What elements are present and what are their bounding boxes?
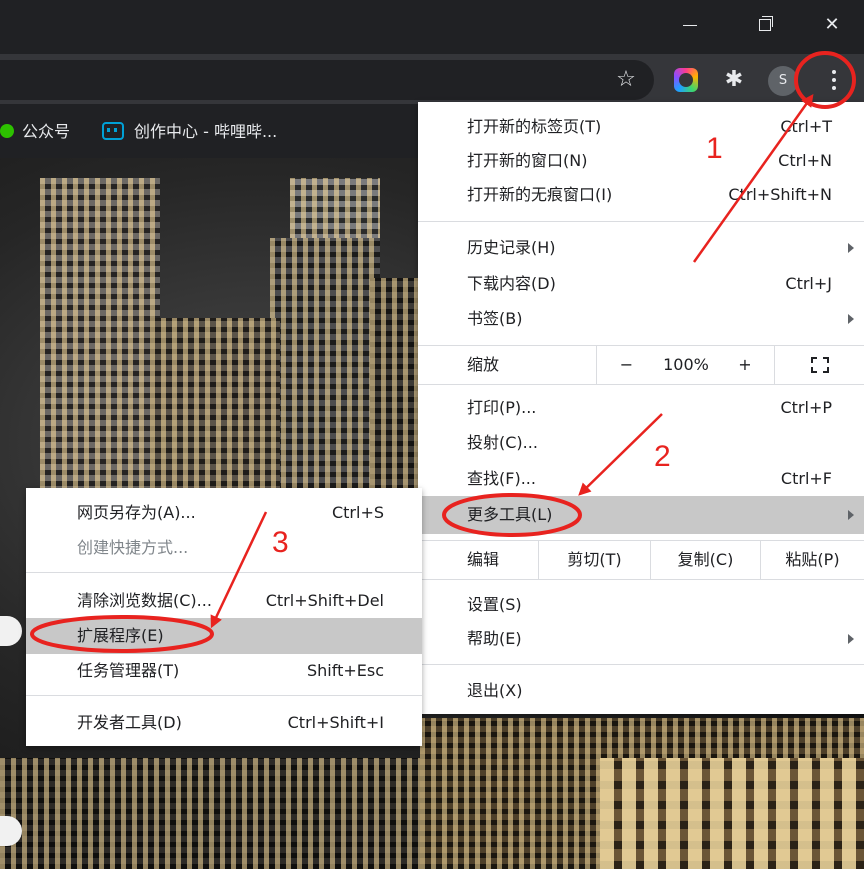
menu-item-print[interactable]: 打印(P)... Ctrl+P — [418, 391, 864, 425]
dot-icon — [832, 86, 836, 90]
menu-item-create-shortcut[interactable]: 创建快捷方式... — [26, 531, 422, 565]
building — [0, 758, 420, 869]
menu-item-task-manager[interactable]: 任务管理器(T) Shift+Esc — [26, 654, 422, 688]
bookmark-wechat[interactable]: 公众号 — [0, 120, 70, 144]
puzzle-extensions-icon[interactable]: ✱ — [720, 66, 748, 94]
menu-item-label: 历史记录(H) — [467, 238, 556, 257]
submenu-arrow-icon — [848, 634, 854, 644]
bookmark-bilibili[interactable]: 创作中心 - 哔哩哔... — [102, 120, 277, 144]
menu-item-label: 帮助(E) — [467, 629, 522, 648]
menu-item-label: 扩展程序(E) — [77, 626, 164, 645]
menu-item-shortcut: Ctrl+S — [331, 503, 384, 522]
zoom-level: 100% — [663, 355, 709, 374]
menu-item-label: 任务管理器(T) — [77, 661, 180, 680]
menu-item-label: 打开新的窗口(N) — [467, 151, 588, 170]
page-side-widget[interactable] — [0, 616, 22, 646]
menu-item-shortcut: Ctrl+F — [780, 469, 832, 488]
menu-item-shortcut: Ctrl+Shift+Del — [265, 591, 384, 610]
zoom-label: 缩放 — [467, 355, 500, 374]
step-number-3: 3 — [272, 526, 289, 559]
copy-button[interactable]: 复制(C) — [650, 541, 760, 579]
address-bar[interactable]: ☆ — [0, 60, 654, 100]
chrome-main-menu: 打开新的标签页(T) Ctrl+T 打开新的窗口(N) Ctrl+N 打开新的无… — [418, 102, 864, 714]
menu-item-label: 网页另存为(A)... — [77, 503, 196, 522]
edit-label: 编辑 — [467, 550, 500, 569]
menu-item-label: 更多工具(L) — [467, 505, 553, 524]
menu-item-downloads[interactable]: 下载内容(D) Ctrl+J — [418, 267, 864, 301]
menu-divider — [418, 579, 864, 580]
menu-item-exit[interactable]: 退出(X) — [418, 674, 864, 708]
edit-row: 编辑 剪切(T) 复制(C) 粘贴(P) — [418, 541, 864, 579]
menu-divider — [418, 221, 864, 222]
bookmark-label: 创作中心 - 哔哩哔... — [134, 122, 278, 141]
zoom-out-button[interactable]: − — [596, 346, 656, 384]
fullscreen-icon — [811, 357, 829, 373]
dot-icon — [832, 70, 836, 74]
color-extension-icon[interactable] — [674, 68, 698, 92]
menu-item-label: 投射(C)... — [467, 433, 538, 452]
menu-item-shortcut: Ctrl+P — [780, 398, 832, 417]
wechat-icon — [0, 124, 14, 138]
menu-item-more-tools[interactable]: 更多工具(L) — [418, 496, 864, 534]
kebab-menu-button[interactable] — [818, 62, 850, 98]
menu-item-shortcut: Ctrl+T — [780, 117, 832, 136]
close-button[interactable]: ✕ — [806, 0, 858, 50]
submenu-arrow-icon — [848, 243, 854, 253]
minimize-button[interactable] — [664, 0, 716, 50]
paste-button[interactable]: 粘贴(P) — [760, 541, 864, 579]
step-number-1: 1 — [706, 132, 723, 165]
menu-item-label: 查找(F)... — [467, 469, 536, 488]
building — [600, 758, 864, 869]
zoom-in-button[interactable]: + — [716, 346, 774, 384]
menu-item-extensions[interactable]: 扩展程序(E) — [26, 618, 422, 654]
fullscreen-button[interactable] — [774, 346, 864, 384]
menu-item-history[interactable]: 历史记录(H) — [418, 231, 864, 265]
menu-item-label: 打印(P)... — [467, 398, 537, 417]
building — [40, 178, 160, 508]
menu-item-new-incognito[interactable]: 打开新的无痕窗口(I) Ctrl+Shift+N — [418, 178, 864, 212]
menu-item-new-tab[interactable]: 打开新的标签页(T) Ctrl+T — [418, 110, 864, 144]
more-tools-submenu: 网页另存为(A)... Ctrl+S 创建快捷方式... 清除浏览数据(C)..… — [26, 488, 422, 746]
menu-item-label: 退出(X) — [467, 681, 523, 700]
zoom-row: 缩放 − 100% + — [418, 346, 864, 384]
menu-item-shortcut: Ctrl+Shift+N — [728, 185, 832, 204]
menu-item-help[interactable]: 帮助(E) — [418, 622, 864, 656]
submenu-arrow-icon — [848, 510, 854, 520]
menu-item-cast[interactable]: 投射(C)... — [418, 426, 864, 460]
menu-divider — [418, 384, 864, 385]
menu-item-label: 创建快捷方式... — [77, 538, 189, 557]
menu-item-label: 清除浏览数据(C)... — [77, 591, 212, 610]
menu-item-clear-browsing-data[interactable]: 清除浏览数据(C)... Ctrl+Shift+Del — [26, 584, 422, 618]
cut-button[interactable]: 剪切(T) — [538, 541, 650, 579]
menu-item-new-window[interactable]: 打开新的窗口(N) Ctrl+N — [418, 144, 864, 178]
menu-item-shortcut: Shift+Esc — [306, 661, 384, 680]
menu-item-label: 设置(S) — [467, 595, 522, 614]
menu-item-save-page[interactable]: 网页另存为(A)... Ctrl+S — [26, 496, 422, 530]
submenu-arrow-icon — [848, 314, 854, 324]
menu-item-settings[interactable]: 设置(S) — [418, 588, 864, 622]
menu-divider — [26, 572, 422, 573]
menu-item-shortcut: Ctrl+J — [785, 274, 832, 293]
menu-item-find[interactable]: 查找(F)... Ctrl+F — [418, 462, 864, 496]
menu-item-bookmarks[interactable]: 书签(B) — [418, 302, 864, 336]
menu-divider — [26, 695, 422, 696]
title-bar: ✕ — [0, 0, 864, 54]
menu-divider — [418, 664, 864, 665]
menu-item-label: 下载内容(D) — [467, 274, 556, 293]
menu-item-label: 打开新的标签页(T) — [467, 117, 602, 136]
menu-item-developer-tools[interactable]: 开发者工具(D) Ctrl+Shift+I — [26, 706, 422, 740]
menu-item-label: 开发者工具(D) — [77, 713, 182, 732]
menu-item-label: 书签(B) — [467, 309, 523, 328]
profile-avatar[interactable]: S — [768, 66, 798, 96]
bookmark-label: 公众号 — [22, 122, 71, 141]
bookmark-star-icon[interactable]: ☆ — [612, 66, 640, 94]
bilibili-tv-icon — [102, 122, 124, 140]
menu-item-shortcut: Ctrl+Shift+I — [287, 713, 384, 732]
menu-item-label: 打开新的无痕窗口(I) — [467, 185, 613, 204]
step-number-2: 2 — [654, 440, 671, 473]
restore-button[interactable] — [738, 0, 790, 50]
menu-item-shortcut: Ctrl+N — [778, 151, 832, 170]
dot-icon — [832, 78, 836, 82]
